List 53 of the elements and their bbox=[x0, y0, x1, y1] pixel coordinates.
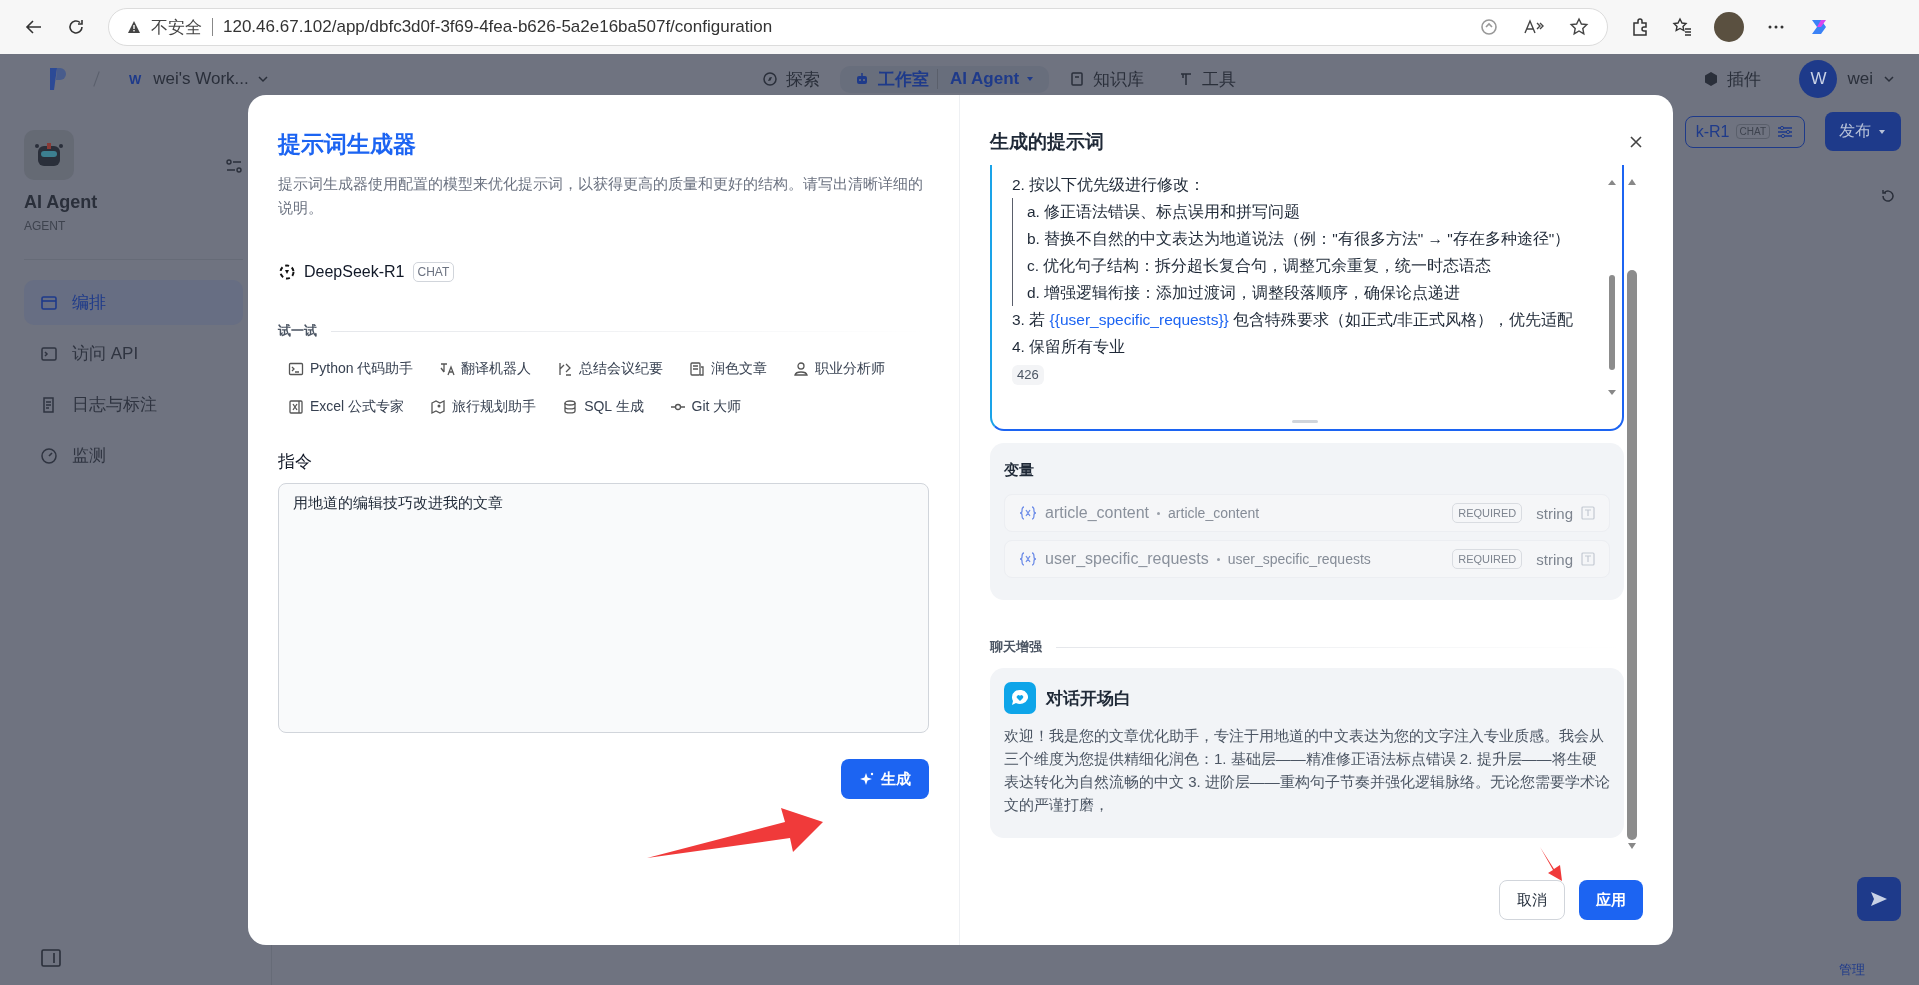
required-tag: REQUIRED bbox=[1452, 503, 1523, 523]
address-bar[interactable]: 不安全 120.46.67.102/app/dbfc3d0f-3f69-4fea-b626-5a2e16ba507f/configuration bbox=[108, 8, 1608, 46]
prompt-line: b. 替换不自然的中文表达为地道说法（例："有很多方法" → "存在多种途径"） bbox=[1012, 225, 1592, 252]
generate-button[interactable]: 生成 bbox=[841, 759, 929, 799]
cancel-button[interactable]: 取消 bbox=[1499, 880, 1565, 920]
url-text: 120.46.67.102/app/dbfc3d0f-3f69-4fea-b626-5a2e16ba507f/configuration bbox=[223, 17, 773, 37]
variable-token: {{user_specific_requests}} bbox=[1049, 311, 1229, 328]
workspace-selector[interactable]: wei's Work... bbox=[153, 69, 249, 89]
field-label: 指令 bbox=[278, 451, 313, 473]
prompt-line: 3. 若 {{user_specific_requests}} 包含特殊要求（如正式/非正式风格），优先适配 bbox=[1012, 310, 1575, 330]
panel-title: 生成的提示词 bbox=[990, 130, 1104, 154]
preset-item[interactable]: 润色文章 bbox=[689, 354, 768, 384]
nav-tab[interactable]: 工具 bbox=[1164, 65, 1251, 93]
section-label: 试一试 bbox=[278, 322, 317, 340]
prompt-line: a. 修正语法错误、标点误用和拼写问题 bbox=[1012, 198, 1592, 225]
app-name: AI Agent bbox=[24, 192, 99, 213]
preset-item[interactable]: 翻译机器人 bbox=[439, 354, 532, 384]
model-name[interactable]: DeepSeek-R1 bbox=[304, 263, 405, 281]
required-tag: REQUIRED bbox=[1452, 549, 1523, 569]
apply-button[interactable]: 应用 bbox=[1579, 880, 1643, 920]
dialog-title: 提示词生成器 bbox=[278, 130, 417, 159]
prompt-line: 4. 保留所有专业 bbox=[1012, 337, 1127, 357]
user-name[interactable]: wei bbox=[1847, 69, 1873, 89]
sidebar-item[interactable]: 访问 API bbox=[24, 331, 243, 376]
security-label: 不安全 bbox=[151, 16, 202, 39]
preset-item[interactable]: 职业分析师 bbox=[793, 354, 886, 384]
opener-text: 欢迎！我是您的文章优化助手，专注于用地道的中文表达为您的文字注入专业质感。我会从三个维度为您提供精细化润色：1. 基础层——精准修正语法标点错误 2. 提升层——将生硬表达转化为自然流畅的中文 3. 进阶层——重构句子节奏并强化逻辑脉络。无论您需要学术论文的严谨打磨， bbox=[1004, 726, 1610, 815]
character-count: 426 bbox=[1012, 365, 1044, 385]
preset-item[interactable]: 旅行规划助手 bbox=[430, 392, 537, 422]
model-badge: CHAT bbox=[412, 262, 455, 282]
preset-item[interactable]: Excel 公式专家 bbox=[288, 392, 405, 422]
variable-row[interactable]: user_specific_requests user_specific_requests REQUIRED string bbox=[1004, 540, 1610, 578]
preset-item[interactable]: 总结会议纪要 bbox=[557, 354, 664, 384]
dialog-description: 提示词生成器使用配置的模型来优化提示词，以获得更高的质量和更好的结构。请写出清晰详细的说明。 bbox=[278, 174, 924, 218]
prompt-line: d. 增强逻辑衔接：添加过渡词，调整段落顺序，确保论点递进 bbox=[1012, 279, 1592, 306]
preset-item[interactable]: SQL 生成 bbox=[562, 392, 644, 422]
sidebar-item[interactable]: 监测 bbox=[24, 433, 243, 478]
preset-item[interactable]: Git 大师 bbox=[669, 392, 742, 422]
nav-tab[interactable]: 探索 bbox=[748, 65, 834, 93]
plugins-link[interactable]: 插件 bbox=[1703, 67, 1762, 91]
nav-tab[interactable]: 知识库 bbox=[1055, 65, 1159, 93]
sidebar-item[interactable]: 日志与标注 bbox=[24, 382, 243, 427]
instruction-field[interactable]: 用地道的编辑技巧改进我的文章 bbox=[278, 483, 929, 733]
workspace-initial: W bbox=[128, 70, 143, 89]
card-title: 变量 bbox=[1004, 461, 1035, 480]
publish-button[interactable]: 发布 bbox=[1825, 112, 1901, 151]
user-avatar[interactable]: W bbox=[1799, 60, 1838, 98]
variable-row[interactable]: article_content article_content REQUIRED string bbox=[1004, 494, 1610, 532]
prompt-line: c. 优化句子结构：拆分超长复合句，调整冗余重复，统一时态语态 bbox=[1012, 252, 1592, 279]
preset-item[interactable]: Python 代码助手 bbox=[288, 354, 414, 384]
section-label: 聊天增强 bbox=[990, 638, 1042, 656]
prompt-line: 2. 按以下优先级进行修改： bbox=[1012, 175, 1207, 195]
card-title: 对话开场白 bbox=[1046, 687, 1131, 710]
